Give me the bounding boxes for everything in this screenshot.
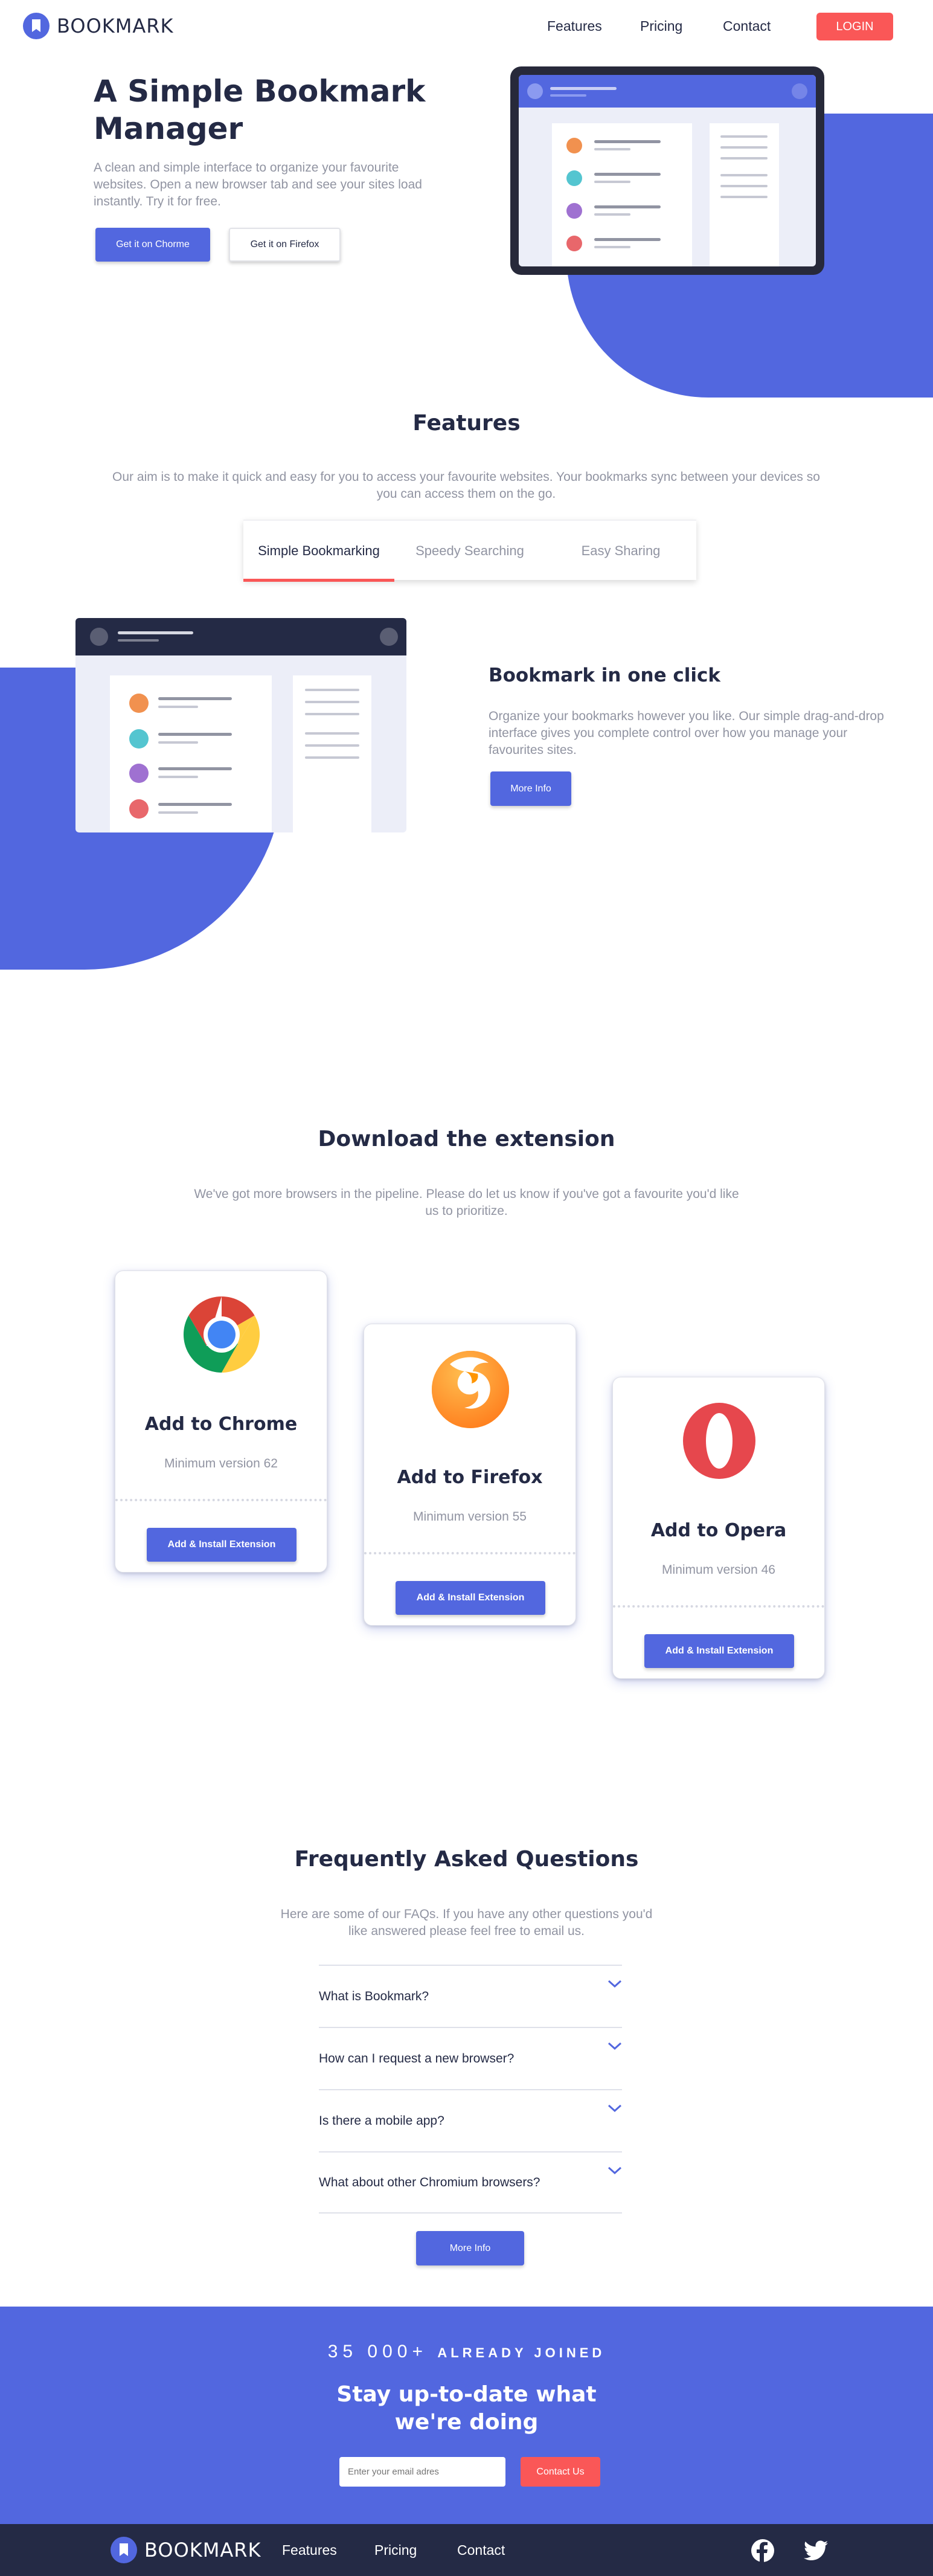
joined-count: 35 000+ ALREADY JOINED bbox=[327, 2342, 606, 2362]
chevron-down-icon[interactable] bbox=[608, 2166, 622, 2178]
active-tab-indicator bbox=[243, 579, 394, 582]
nav-link-pricing[interactable]: Pricing bbox=[640, 18, 682, 34]
firefox-card-title: Add to Firefox bbox=[397, 1467, 543, 1488]
card-divider bbox=[115, 1499, 327, 1501]
faq-item[interactable]: How can I request a new browser? bbox=[319, 2027, 622, 2089]
features-title: Features bbox=[412, 411, 521, 436]
nav-link-features[interactable]: Features bbox=[547, 18, 602, 34]
chevron-down-icon[interactable] bbox=[608, 1979, 622, 1992]
faq-question: What about other Chromium browsers? bbox=[319, 2175, 540, 2189]
facebook-icon[interactable] bbox=[751, 2539, 774, 2562]
hero-subtitle: A clean and simple interface to organize… bbox=[94, 161, 422, 208]
tab-speedy-searching[interactable]: Speedy Searching bbox=[394, 521, 545, 581]
cta-title: Stay up-to-date what we're doing bbox=[336, 2382, 597, 2435]
firefox-install-button[interactable]: Add & Install Extension bbox=[396, 1581, 545, 1615]
feature-panel-title: Bookmark in one click bbox=[489, 665, 721, 686]
twitter-icon[interactable] bbox=[804, 2540, 828, 2561]
features-tabs: Simple Bookmarking Speedy Searching Easy… bbox=[243, 520, 696, 582]
contact-us-button[interactable]: Contact Us bbox=[521, 2457, 600, 2487]
opera-icon bbox=[682, 1402, 757, 1480]
opera-card-title: Add to Opera bbox=[650, 1520, 787, 1541]
chrome-card-min-version: Minimum version 62 bbox=[164, 1457, 278, 1470]
get-firefox-button[interactable]: Get it on Firefox bbox=[229, 228, 341, 262]
chrome-install-button[interactable]: Add & Install Extension bbox=[147, 1528, 297, 1562]
faq-item[interactable]: What is Bookmark? bbox=[319, 1965, 622, 2027]
card-divider bbox=[613, 1605, 824, 1608]
chrome-card: Add to Chrome Minimum version 62 Add & I… bbox=[115, 1270, 327, 1573]
chevron-down-icon[interactable] bbox=[608, 2041, 622, 2054]
faq-question: How can I request a new browser? bbox=[319, 2051, 515, 2066]
feature-illustration bbox=[75, 618, 406, 832]
opera-card: Add to Opera Minimum version 46 Add & In… bbox=[612, 1377, 825, 1679]
opera-card-min-version: Minimum version 46 bbox=[662, 1563, 775, 1577]
login-button[interactable]: LOGIN bbox=[816, 13, 893, 40]
features-subtitle: Our aim is to make it quick and easy for… bbox=[112, 470, 820, 501]
cta-section: 35 000+ ALREADY JOINED Stay up-to-date w… bbox=[0, 2307, 933, 2524]
logo[interactable]: BOOKMARK bbox=[23, 13, 173, 39]
hero-tablet-illustration bbox=[510, 66, 824, 275]
faq-item[interactable]: Is there a mobile app? bbox=[319, 2089, 622, 2151]
feature-more-info-button[interactable]: More Info bbox=[490, 771, 571, 806]
chrome-icon bbox=[182, 1295, 261, 1374]
download-title: Download the extension bbox=[318, 1127, 615, 1151]
hero-title: A Simple Bookmark Manager bbox=[94, 74, 426, 146]
footer: BOOKMARK Features Pricing Contact bbox=[0, 2524, 933, 2576]
footer-link-features[interactable]: Features bbox=[282, 2542, 337, 2558]
faq-question: What is Bookmark? bbox=[319, 1989, 429, 2003]
faq-question: Is there a mobile app? bbox=[319, 2113, 444, 2128]
bookmark-logo-icon bbox=[23, 13, 50, 39]
footer-logo-text: BOOKMARK bbox=[144, 2539, 261, 2562]
header: BOOKMARK Features Pricing Contact LOGIN bbox=[0, 0, 933, 54]
feature-panel-text: Organize your bookmarks however you like… bbox=[489, 709, 884, 757]
tab-easy-sharing[interactable]: Easy Sharing bbox=[545, 521, 696, 581]
faq-subtitle: Here are some of our FAQs. If you have a… bbox=[280, 1907, 653, 1938]
download-subtitle: We've got more browsers in the pipeline.… bbox=[194, 1187, 739, 1218]
faq-more-info-button[interactable]: More Info bbox=[416, 2231, 524, 2265]
footer-link-contact[interactable]: Contact bbox=[457, 2542, 505, 2558]
faq-item[interactable]: What about other Chromium browsers? bbox=[319, 2151, 622, 2214]
chrome-card-title: Add to Chrome bbox=[144, 1414, 298, 1435]
firefox-icon bbox=[429, 1347, 511, 1429]
chevron-down-icon[interactable] bbox=[608, 2104, 622, 2116]
faq-title: Frequently Asked Questions bbox=[294, 1847, 639, 1872]
footer-link-pricing[interactable]: Pricing bbox=[374, 2542, 417, 2558]
email-input[interactable] bbox=[339, 2457, 505, 2487]
tab-simple-bookmarking[interactable]: Simple Bookmarking bbox=[243, 521, 394, 581]
firefox-card: Add to Firefox Minimum version 55 Add & … bbox=[364, 1324, 576, 1626]
footer-logo[interactable]: BOOKMARK bbox=[111, 2537, 261, 2563]
firefox-card-min-version: Minimum version 55 bbox=[413, 1510, 527, 1524]
bookmark-logo-icon bbox=[111, 2537, 137, 2563]
opera-install-button[interactable]: Add & Install Extension bbox=[644, 1634, 794, 1668]
get-chrome-button[interactable]: Get it on Chorme bbox=[95, 228, 210, 262]
logo-text: BOOKMARK bbox=[57, 14, 174, 37]
nav-link-contact[interactable]: Contact bbox=[723, 18, 771, 34]
card-divider bbox=[364, 1552, 576, 1554]
